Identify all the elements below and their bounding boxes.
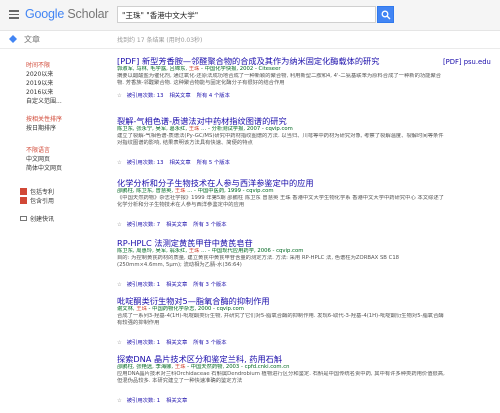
result-title[interactable]: 化学分析和分子生物技术在人参与西洋参鉴定中的应用 xyxy=(117,178,447,188)
logo-scholar-text: Scholar xyxy=(64,7,109,21)
result-title[interactable]: 探索DNA 晶片技术区分和鉴定兰科, 药用石斛 xyxy=(117,354,447,364)
result-meta: 邵鹏柱, 陈卫东, 曾慧英, 王珠 … - 中国中医药, 1999 - cqvi… xyxy=(117,188,274,194)
result-links: ☆ 被引用次数: 1 相关文章 所有 3 个版本 xyxy=(117,340,447,347)
menu-icon[interactable] xyxy=(9,10,19,19)
star-icon[interactable]: ☆ xyxy=(117,282,122,289)
related-articles-link[interactable]: 相关文章 xyxy=(169,93,190,100)
time-filter-any[interactable]: 时间不限 xyxy=(26,60,50,69)
pdf-source-link[interactable]: [PDF] psu.edu xyxy=(443,58,491,66)
result-title[interactable]: RP-HPLC 法测定黄芪甲苷中黄芪皂苷 xyxy=(117,238,447,248)
star-icon[interactable]: ☆ xyxy=(117,398,122,405)
result-meta: 陈卫东, 周惠玲, 吴军, 翁永红, 王珠 … - 中国现代应用药学, 2006… xyxy=(117,248,304,254)
cited-by-link[interactable]: 被引用次数: 7 xyxy=(127,222,160,229)
result-item: [PDF] 新型芳香胺—邻醛聚合物的合成及其作为纳米固定化酶载体的研究 郭淑军,… xyxy=(117,56,447,100)
result-snippet: 摘要以醋酸盐为催化剂, 通过氧化-还原法成功地合成了一种新颖的聚合物, 利用新型… xyxy=(117,73,442,86)
result-links: ☆ 被引用次数: 13 相关文章 所有 4 个版本 xyxy=(117,93,447,100)
result-title-text: 新型芳香胺—邻醛聚合物的合成及其作为纳米固定化酶载体的研究 xyxy=(141,56,380,66)
result-meta: 郭淑军, 马林, 毛学露, 吕锦东, 王珠 - 中国化学快报, 2002 - C… xyxy=(117,66,281,72)
all-versions-link[interactable]: 所有 4 个版本 xyxy=(197,93,230,100)
star-icon[interactable]: ☆ xyxy=(117,160,122,167)
result-links: ☆ 被引用次数: 1 相关文章 所有 3 个版本 xyxy=(117,282,447,289)
top-bar: Google Scholar "王珠" "香港中文大学" xyxy=(0,0,500,31)
sub-bar: 文章 找到约 17 条结果 (用时0.03秒) xyxy=(0,30,500,49)
related-articles-link[interactable]: 相关文章 xyxy=(166,340,187,347)
result-type-tag: [PDF] xyxy=(117,56,140,66)
include-patents-option[interactable]: 包括专利 xyxy=(20,187,54,196)
star-icon[interactable]: ☆ xyxy=(117,222,122,229)
result-meta: 谢文林, 王珠 - 中国药物化学杂志, 2000 - cqvip.com xyxy=(117,306,244,312)
cited-by-link[interactable]: 被引用次数: 1 xyxy=(127,340,160,347)
create-alert-label: 创建快讯 xyxy=(30,216,55,223)
all-versions-link[interactable]: 所有 5 个版本 xyxy=(197,160,230,167)
language-any[interactable]: 不限语言 xyxy=(26,145,50,154)
related-articles-link[interactable]: 相关文章 xyxy=(166,398,187,405)
include-citations-label: 包含引用 xyxy=(30,198,55,205)
related-articles-link[interactable]: 相关文章 xyxy=(166,222,187,229)
result-meta: 陈卫东, 张永宁, 吴军, 葛永红, 王珠 … - 分析测试学报, 2007 -… xyxy=(117,126,293,132)
envelope-icon xyxy=(20,216,27,221)
include-citations-option[interactable]: 包含引用 xyxy=(20,196,54,205)
result-stats: 找到约 17 条结果 (用时0.03秒) xyxy=(117,37,203,44)
cited-by-link[interactable]: 被引用次数: 1 xyxy=(127,398,160,405)
result-links: ☆ 被引用次数: 13 相关文章 所有 5 个版本 xyxy=(117,160,447,167)
result-title[interactable]: 裂解-气相色谱-质谱法对中药材指纹图谱的研究 xyxy=(117,116,447,126)
related-articles-link[interactable]: 相关文章 xyxy=(166,282,187,289)
cited-by-link[interactable]: 被引用次数: 13 xyxy=(127,93,164,100)
include-citations-checkbox[interactable] xyxy=(20,197,27,204)
time-filter-custom[interactable]: 自定义范围... xyxy=(26,96,62,105)
cited-by-link[interactable]: 被引用次数: 1 xyxy=(127,282,160,289)
time-filter-2020[interactable]: 2020以来 xyxy=(26,69,53,78)
search-button[interactable] xyxy=(377,6,394,23)
star-icon[interactable]: ☆ xyxy=(117,93,122,100)
result-links: ☆ 被引用次数: 7 相关文章 所有 3 个版本 xyxy=(117,222,447,229)
result-snippet: 建立了裂解-气相色谱-质谱法(Py-GC/MS)研究中药材指纹图谱的方法. 以当… xyxy=(117,133,444,146)
all-versions-link[interactable]: 所有 3 个版本 xyxy=(193,340,226,347)
google-scholar-logo[interactable]: Google Scholar xyxy=(25,7,109,21)
star-icon[interactable]: ☆ xyxy=(117,340,122,347)
result-item: 吡啶酮类衍生物对5—脂氧合酶的抑制作用 谢文林, 王珠 - 中国药物化学杂志, … xyxy=(117,296,447,347)
time-filter-2016[interactable]: 2016以来 xyxy=(26,87,53,96)
sort-by-relevance[interactable]: 按相关性排序 xyxy=(26,114,62,123)
result-item: 探索DNA 晶片技术区分和鉴定兰科, 药用石斛 邵鹏柱, 张艳远, 李海娜, 王… xyxy=(117,354,447,405)
result-meta: 邵鹏柱, 张艳远, 李海娜, 王珠 - 中国天然药物, 2003 - cpfd.… xyxy=(117,364,290,370)
result-snippet: 应用DNA晶片技术对兰科Orchidaceae 石斛属Dendrobium 植物… xyxy=(117,371,445,384)
include-patents-checkbox[interactable] xyxy=(20,188,27,195)
result-item: 化学分析和分子生物技术在人参与西洋参鉴定中的应用 邵鹏柱, 陈卫东, 曾慧英, … xyxy=(117,178,447,229)
result-snippet: 合成了一系列3-羟基-4(1H)-吡啶酮类衍生物, 并研究了它们对5-脂氧合酶的… xyxy=(117,313,444,326)
all-versions-link[interactable]: 所有 3 个版本 xyxy=(193,282,226,289)
result-item: 裂解-气相色谱-质谱法对中药材指纹图谱的研究 陈卫东, 张永宁, 吴军, 葛永红… xyxy=(117,116,447,167)
articles-icon xyxy=(9,35,17,43)
logo-google-text: Google xyxy=(25,7,65,21)
include-patents-label: 包括专利 xyxy=(30,189,55,196)
result-title[interactable]: [PDF] 新型芳香胺—邻醛聚合物的合成及其作为纳米固定化酶载体的研究 xyxy=(117,56,447,66)
search-input[interactable]: "王珠" "香港中文大学" xyxy=(117,6,376,23)
result-item: RP-HPLC 法测定黄芪甲苷中黄芪皂苷 陈卫东, 周惠玲, 吴军, 翁永红, … xyxy=(117,238,447,289)
result-snippet: 目的: 为控制黄芪药材的质量, 建立黄芪中黄芪甲苷含量的测定方法. 方法: 采用… xyxy=(117,255,400,268)
cited-by-link[interactable]: 被引用次数: 13 xyxy=(127,160,164,167)
result-links: ☆ 被引用次数: 1 相关文章 xyxy=(117,398,447,405)
all-versions-link[interactable]: 所有 3 个版本 xyxy=(193,222,226,229)
create-alert-link[interactable]: 创建快讯 xyxy=(20,214,54,223)
related-articles-link[interactable]: 相关文章 xyxy=(169,160,190,167)
time-filter-2019[interactable]: 2019以来 xyxy=(26,78,53,87)
language-chinese[interactable]: 中文网页 xyxy=(26,154,50,163)
result-title[interactable]: 吡啶酮类衍生物对5—脂氧合酶的抑制作用 xyxy=(117,296,447,306)
sort-by-date[interactable]: 按日期排序 xyxy=(26,123,56,132)
language-simplified-chinese[interactable]: 简体中文网页 xyxy=(26,163,62,172)
result-snippet: 《中国天然药物》杂志社学报》1999 年第5期 邵鹏柱 陈卫东 曾慧英 王珠 香… xyxy=(117,195,444,208)
search-icon xyxy=(381,10,391,20)
articles-label: 文章 xyxy=(24,35,40,44)
